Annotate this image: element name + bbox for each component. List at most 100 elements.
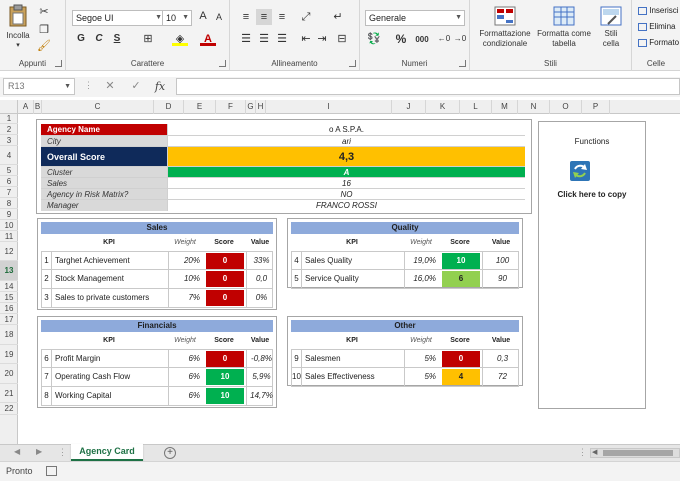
row-header[interactable]: 1 [0, 114, 18, 124]
italic-button[interactable]: C [92, 33, 106, 44]
column-header[interactable]: A [18, 100, 34, 114]
column-header[interactable]: K [426, 100, 460, 114]
align-middle-icon[interactable]: ≡ [256, 9, 272, 25]
row-header[interactable]: 14 [0, 281, 18, 292]
insert-function-button[interactable]: fx [152, 78, 168, 95]
column-header[interactable]: B [34, 100, 42, 114]
kpi-score[interactable]: 4 [442, 369, 480, 385]
borders-icon[interactable]: ⊞ [140, 31, 156, 47]
copy-icon[interactable]: ❐ [36, 22, 52, 38]
row-header[interactable]: 2 [0, 124, 18, 135]
row-header[interactable]: 18 [0, 325, 18, 345]
scrollbar-thumb[interactable] [603, 450, 673, 456]
row-header[interactable]: 20 [0, 364, 18, 384]
row-header[interactable]: 15 [0, 292, 18, 303]
overall-score-value[interactable]: 4,3 [167, 147, 525, 166]
kpi-score[interactable]: 10 [442, 253, 480, 269]
number-launcher-icon[interactable] [459, 60, 466, 67]
sales-value[interactable]: 16 [167, 178, 525, 188]
row-header[interactable]: 4 [0, 146, 18, 165]
align-left-icon[interactable]: ☰ [238, 31, 254, 47]
cluster-value[interactable]: A [167, 167, 525, 177]
cut-icon[interactable]: ✂ [36, 4, 52, 20]
row-header[interactable]: 3 [0, 135, 18, 146]
macro-record-icon[interactable] [46, 466, 57, 476]
kpi-score[interactable]: 10 [206, 369, 244, 385]
scroll-left-icon[interactable]: ◀ [592, 448, 597, 456]
row-header[interactable]: 7 [0, 187, 18, 198]
underline-button[interactable]: S [110, 33, 124, 44]
row-header[interactable]: 10 [0, 220, 18, 231]
align-right-icon[interactable]: ☰ [274, 31, 290, 47]
decrease-decimal-icon[interactable]: →0 [452, 31, 468, 47]
row-header[interactable]: 19 [0, 345, 18, 364]
row-header[interactable]: 5 [0, 165, 18, 176]
font-launcher-icon[interactable] [219, 60, 226, 67]
insert-cells-button[interactable]: Inserisci [638, 6, 679, 15]
format-painter-icon[interactable]: 🖌 [36, 38, 52, 54]
merge-center-icon[interactable]: ⊟ [334, 31, 350, 47]
enter-icon[interactable]: ✓ [128, 78, 144, 95]
row-header[interactable]: 12 [0, 242, 18, 261]
row-header[interactable]: 22 [0, 403, 18, 415]
cell-styles-button[interactable]: Stili cella [594, 6, 628, 49]
cancel-icon[interactable]: ✕ [102, 78, 118, 95]
orientation-icon[interactable]: ⤢ [298, 9, 314, 25]
format-cells-button[interactable]: Formato [638, 38, 679, 47]
number-format-combo[interactable]: Generale ▼ [365, 10, 465, 26]
agency-name-value[interactable]: o A S.P.A. [167, 124, 525, 135]
copy-refresh-icon[interactable] [569, 160, 591, 182]
column-header[interactable]: J [392, 100, 426, 114]
kpi-score[interactable]: 6 [442, 271, 480, 287]
column-header[interactable]: I [266, 100, 392, 114]
wrap-text-icon[interactable]: ↵ [330, 9, 346, 25]
row-header[interactable]: 17 [0, 314, 18, 325]
font-size-combo[interactable]: 10 ▼ [162, 10, 192, 26]
increase-decimal-icon[interactable]: ←0 [436, 31, 452, 47]
name-box[interactable]: R13 ▼ [3, 78, 75, 95]
copy-button-label[interactable]: Click here to copy [539, 190, 645, 199]
city-value[interactable]: ari [167, 136, 525, 146]
grow-font-button[interactable]: A [196, 10, 210, 22]
column-header[interactable]: C [42, 100, 154, 114]
splitter-icon[interactable]: ⋮ [578, 447, 587, 458]
worksheet[interactable]: Agency Name o A S.P.A. City ari Overall … [18, 114, 680, 444]
column-header[interactable]: M [492, 100, 518, 114]
conditional-formatting-button[interactable]: Formattazione condizionale [474, 6, 536, 49]
percent-button[interactable]: % [394, 32, 408, 46]
shrink-font-button[interactable]: A [212, 12, 226, 22]
alignment-launcher-icon[interactable] [349, 60, 356, 67]
column-header[interactable]: H [256, 100, 266, 114]
bold-button[interactable]: G [74, 33, 88, 44]
format-as-table-button[interactable]: Formatta come tabella [534, 6, 594, 49]
row-header[interactable]: 16 [0, 303, 18, 314]
kpi-score[interactable]: 0 [206, 290, 244, 306]
row-header[interactable]: 9 [0, 209, 18, 220]
column-header[interactable]: F [216, 100, 246, 114]
align-bottom-icon[interactable]: ≡ [274, 9, 290, 25]
column-header[interactable]: D [154, 100, 184, 114]
add-sheet-button[interactable]: + [164, 447, 176, 459]
select-all-corner[interactable] [0, 100, 18, 114]
kpi-score[interactable]: 0 [206, 271, 244, 287]
paste-button[interactable]: Incolla ▾ [4, 4, 32, 51]
kpi-score[interactable]: 0 [206, 351, 244, 367]
decrease-indent-icon[interactable]: ⇤ [298, 31, 314, 47]
font-color-icon[interactable]: A [200, 31, 216, 46]
paste-dropdown-icon[interactable]: ▾ [4, 41, 32, 51]
currency-icon[interactable]: 💱 [366, 31, 382, 47]
column-header[interactable]: L [460, 100, 492, 114]
prev-sheet-icon[interactable]: ◀ [14, 447, 20, 456]
row-header[interactable]: 13 [0, 261, 18, 281]
font-name-combo[interactable]: Segoe UI ▼ [72, 10, 165, 26]
horizontal-scrollbar[interactable]: ◀ [590, 448, 680, 458]
fill-color-icon[interactable]: ◈ [172, 31, 188, 46]
formula-input[interactable] [176, 78, 680, 95]
column-header[interactable]: N [518, 100, 550, 114]
align-center-icon[interactable]: ☰ [256, 31, 272, 47]
thousands-button[interactable]: 000 [412, 35, 432, 44]
column-header[interactable]: E [184, 100, 216, 114]
kpi-score[interactable]: 10 [206, 388, 244, 404]
next-sheet-icon[interactable]: ▶ [36, 447, 42, 456]
row-header[interactable]: 21 [0, 384, 18, 403]
